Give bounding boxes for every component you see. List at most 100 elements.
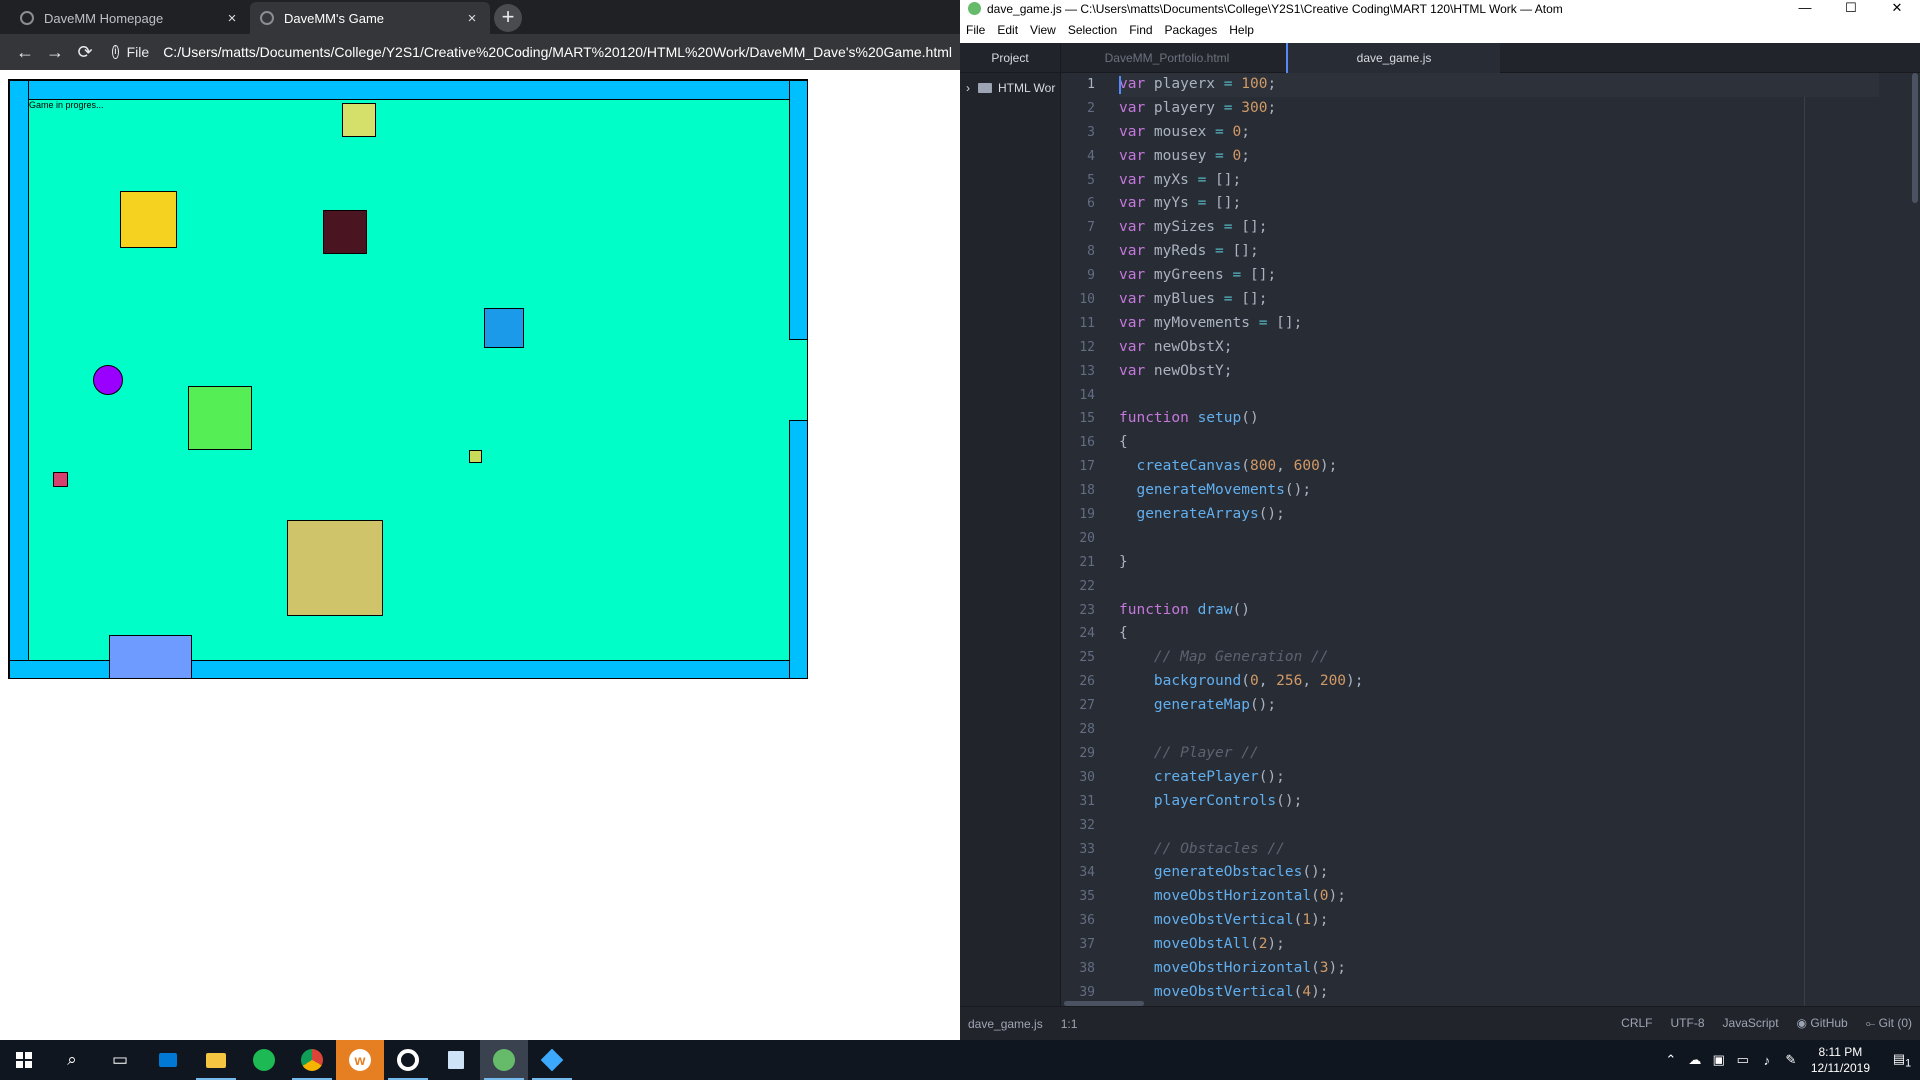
maximize-button[interactable]: ☐ [1828,0,1874,16]
code-line: function setup() [1119,410,1259,427]
menu-view[interactable]: View [1030,23,1056,37]
close-window-button[interactable]: ✕ [1874,0,1920,16]
search-icon[interactable]: ⌕ [48,1040,96,1080]
status-grammar[interactable]: JavaScript [1723,1016,1779,1031]
line-number: 12 [1079,339,1095,355]
code-line: moveObstHorizontal(0); [1153,888,1346,905]
obstacle [323,210,367,254]
line-number: 16 [1079,435,1095,451]
status-encoding[interactable]: UTF-8 [1671,1016,1705,1031]
obstacle [188,386,252,450]
outlook-icon[interactable] [144,1040,192,1080]
line-number: 22 [1079,578,1095,594]
clock-date: 12/11/2019 [1810,1061,1870,1075]
line-number: 33 [1079,841,1095,857]
file-explorer-icon[interactable] [192,1040,240,1080]
browser-tab-game[interactable]: DaveMM's Game × [250,2,490,34]
code-line: { [1119,434,1128,451]
menu-bar: File Edit View Selection Find Packages H… [960,17,1920,43]
code-line: function draw() [1119,601,1250,618]
obstacle [53,472,68,487]
windows-taskbar: ⌕ ▭ w ⌃ ☁ ▣ ▭ ♪ ✎ 8:11 PM 12/11/2019 ▤1 [0,1040,1920,1080]
url-text[interactable]: C:/Users/matts/Documents/College/Y2S1/Cr… [163,44,952,60]
app-circle-icon[interactable] [384,1040,432,1080]
status-git[interactable]: ⟜ Git (0) [1866,1016,1912,1031]
line-number: 25 [1079,650,1095,666]
status-line-ending[interactable]: CRLF [1621,1016,1652,1031]
obstacle [342,103,376,137]
reload-icon[interactable]: ⟳ [70,42,100,63]
tab-portfolio-html[interactable]: DaveMM_Portfolio.html [1061,43,1273,73]
line-number: 37 [1079,937,1095,953]
close-icon[interactable]: × [464,10,480,27]
menu-file[interactable]: File [966,23,985,37]
globe-icon [20,11,34,25]
chrome-icon[interactable] [288,1040,336,1080]
chevron-right-icon[interactable]: › [966,81,970,95]
code-line: var myGreens = []; [1119,267,1277,284]
line-number: 20 [1079,530,1095,546]
atom-icon[interactable] [480,1040,528,1080]
tree-folder-item[interactable]: › HTML Wor [966,81,1055,95]
line-number: 17 [1079,459,1095,475]
game-status-text: Game in progres... [29,100,104,110]
windows-start-icon[interactable] [0,1040,48,1080]
status-bar: dave_game.js 1:1 CRLF UTF-8 JavaScript ◉… [960,1006,1920,1040]
text-cursor [1119,76,1121,94]
menu-packages[interactable]: Packages [1165,23,1218,37]
app-w-icon[interactable]: w [336,1040,384,1080]
line-number-gutter: 1 2 3 4 5 6 7 8 9 10 11 12 13 14 15 16 1… [1061,73,1111,1005]
clock[interactable]: 8:11 PM 12/11/2019 [1811,1044,1870,1076]
code-comment: // Map Generation // [1119,649,1329,666]
network-icon[interactable]: ▭ [1731,1052,1755,1068]
tab-dave-game-js[interactable]: dave_game.js [1286,43,1500,73]
address-bar[interactable]: i File C:/Users/matts/Documents/College/… [112,44,952,60]
code-area[interactable]: var playerx = 100; var playery = 300; va… [1119,73,1879,1005]
pen-icon[interactable]: ✎ [1779,1052,1803,1068]
notification-icon[interactable]: ▤1 [1884,1051,1920,1070]
back-icon[interactable]: ← [10,42,40,63]
menu-find[interactable]: Find [1129,23,1152,37]
volume-icon[interactable]: ♪ [1755,1053,1779,1068]
status-cursor-position[interactable]: 1:1 [1061,1017,1078,1031]
player-circle [93,365,123,395]
display-icon[interactable]: ▣ [1707,1052,1731,1068]
minimize-button[interactable]: — [1782,0,1828,16]
code-line: var mousey = 0; [1119,147,1250,164]
status-file-name[interactable]: dave_game.js [968,1017,1043,1031]
app-bird-icon[interactable] [528,1040,576,1080]
code-line: var playery = 300; [1119,99,1277,116]
new-tab-button[interactable]: + [494,4,522,32]
browser-tab-homepage[interactable]: DaveMM Homepage × [10,2,250,34]
cloud-icon[interactable]: ☁ [1683,1052,1707,1068]
close-icon[interactable]: × [224,10,240,27]
task-view-icon[interactable]: ▭ [96,1040,144,1080]
project-tab[interactable]: Project [960,43,1060,73]
code-line: createCanvas(800, 600); [1136,458,1338,475]
line-number: 26 [1079,674,1095,690]
code-editor[interactable]: 1 2 3 4 5 6 7 8 9 10 11 12 13 14 15 16 1… [1061,73,1920,1006]
chevron-up-icon[interactable]: ⌃ [1659,1052,1683,1068]
notification-count: 1 [1905,1057,1912,1070]
menu-selection[interactable]: Selection [1068,23,1117,37]
menu-edit[interactable]: Edit [997,23,1018,37]
line-number: 8 [1087,244,1095,260]
code-comment: // Player // [1119,744,1259,761]
status-github[interactable]: ◉ GitHub [1797,1016,1848,1031]
line-number: 19 [1079,507,1095,523]
spotify-icon[interactable] [240,1040,288,1080]
line-number: 4 [1087,148,1095,164]
vertical-scrollbar[interactable] [1912,73,1918,203]
code-line: createPlayer(); [1153,768,1285,785]
window-title: dave_game.js — C:\Users\matts\Documents\… [987,1,1563,16]
notepad-icon[interactable] [432,1040,480,1080]
forward-icon[interactable]: → [40,42,70,63]
info-icon[interactable]: i [112,45,119,59]
game-canvas[interactable]: Game in progres... [8,79,808,679]
code-line: var myYs = []; [1119,195,1242,212]
wall-right-lower [789,420,807,678]
code-line: var mySizes = []; [1119,219,1268,236]
line-number: 36 [1079,913,1095,929]
menu-help[interactable]: Help [1229,23,1254,37]
